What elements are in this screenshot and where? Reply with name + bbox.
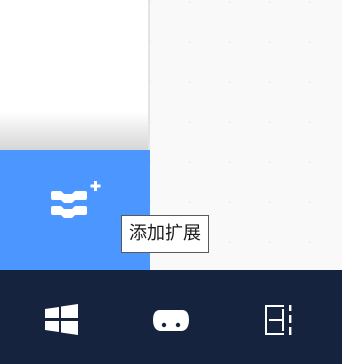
palette-scroll-shadow [0, 112, 148, 150]
stage-layout-button[interactable] [260, 300, 300, 340]
add-extension-icon [51, 181, 101, 218]
stage-layout-icon [265, 305, 292, 335]
bottom-toolbar [0, 270, 342, 364]
add-extension-tooltip: 添加扩展 [121, 215, 209, 253]
windows-logo-icon [45, 304, 78, 335]
windows-start-button[interactable] [42, 300, 82, 340]
gamepad-icon [153, 310, 189, 331]
gamepad-button[interactable] [151, 300, 191, 340]
